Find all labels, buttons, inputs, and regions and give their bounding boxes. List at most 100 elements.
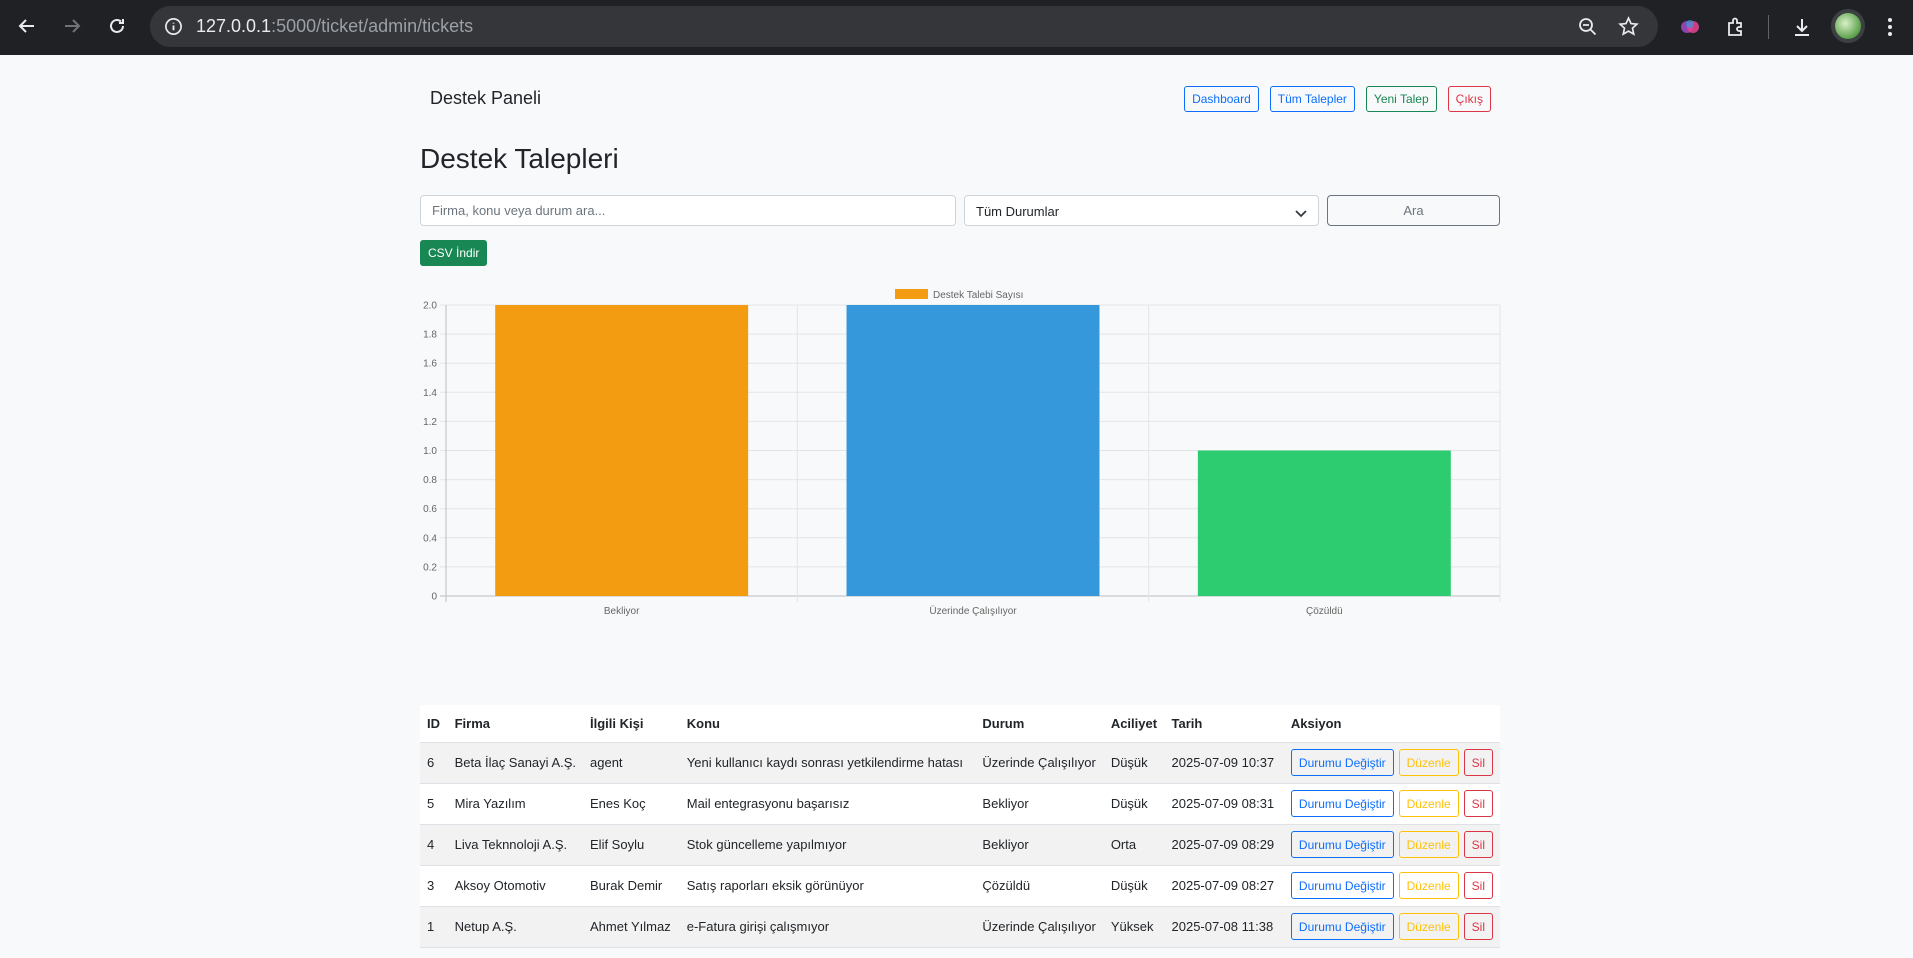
col-header-tarih: Tarih xyxy=(1164,705,1284,743)
status-filter-value: Tüm Durumlar xyxy=(976,204,1060,219)
zoom-icon[interactable] xyxy=(1578,17,1598,37)
chevron-down-icon xyxy=(1295,206,1307,221)
navbar-brand[interactable]: Destek Paneli xyxy=(430,88,541,109)
y-tick-label: 1.6 xyxy=(423,359,437,370)
cell-kisi: Burak Demir xyxy=(583,865,680,907)
cell-actions: Durumu Değiştir Düzenle Sil xyxy=(1283,865,1500,907)
page-content: Destek Paneli Dashboard Tüm Talepler Yen… xyxy=(0,55,1913,958)
table-row: 3 Aksoy Otomotiv Burak Demir Satış raporlar… xyxy=(420,865,1500,907)
navbar-links: Dashboard Tüm Talepler Yeni Talep Çıkış xyxy=(1184,86,1491,112)
cell-durum: Üzerinde Çalışılıyor xyxy=(975,742,1104,784)
cell-kisi: Enes Koç xyxy=(583,783,680,825)
table-row: 4 Liva Teknnoloji A.Ş. Elif Soylu Stok günc… xyxy=(420,824,1500,866)
cell-actions: Durumu Değiştir Düzenle Sil xyxy=(1283,824,1500,866)
table-body: 6 Beta İlaç Sanayi A.Ş. agent Yeni kullanıc… xyxy=(420,742,1500,948)
col-header-aciliyet: Aciliyet xyxy=(1103,705,1165,743)
browser-toolbar: 127.0.0.1:5000/ticket/admin/tickets xyxy=(0,0,1913,55)
nav-all-tickets-button[interactable]: Tüm Talepler xyxy=(1269,86,1355,112)
bar-1 xyxy=(846,305,1100,596)
table-row: 6 Beta İlaç Sanayi A.Ş. agent Yeni kullanıc… xyxy=(420,742,1500,784)
nav-logout-button[interactable]: Çıkış xyxy=(1447,86,1491,112)
cell-firma: Aksoy Otomotiv xyxy=(447,865,584,907)
x-tick-label: Çözüldü xyxy=(1306,606,1343,617)
page-title: Destek Talepleri xyxy=(420,143,619,174)
delete-button[interactable]: Sil xyxy=(1463,790,1493,817)
menu-kebab-icon[interactable] xyxy=(1876,13,1904,41)
reload-icon[interactable] xyxy=(104,13,130,39)
site-info-icon[interactable] xyxy=(164,17,183,36)
extension-brain-icon[interactable] xyxy=(1676,13,1704,41)
search-input[interactable] xyxy=(420,195,956,226)
profile-avatar[interactable] xyxy=(1831,9,1865,43)
table-row: 1 Netup A.Ş. Ahmet Yılmaz e-Fatura girişi ç… xyxy=(420,906,1500,948)
col-header-firma: Firma xyxy=(447,705,584,743)
y-tick-label: 0 xyxy=(431,592,437,603)
y-tick-label: 2.0 xyxy=(423,301,437,312)
edit-button[interactable]: Düzenle xyxy=(1398,749,1459,776)
change-status-button[interactable]: Durumu Değiştir xyxy=(1290,913,1394,940)
back-icon[interactable] xyxy=(14,13,40,39)
delete-button[interactable]: Sil xyxy=(1463,872,1493,899)
delete-button[interactable]: Sil xyxy=(1463,749,1493,776)
toolbar-divider xyxy=(1768,15,1769,39)
edit-button[interactable]: Düzenle xyxy=(1398,790,1459,817)
extensions-puzzle-icon[interactable] xyxy=(1722,13,1750,41)
change-status-button[interactable]: Durumu Değiştir xyxy=(1290,790,1394,817)
y-tick-label: 1.0 xyxy=(423,446,437,457)
url-text: 127.0.0.1:5000/ticket/admin/tickets xyxy=(196,16,474,36)
y-tick-label: 1.4 xyxy=(423,388,437,399)
y-tick-label: 0.8 xyxy=(423,475,437,486)
y-tick-label: 1.8 xyxy=(423,330,437,341)
cell-id: 1 xyxy=(420,906,448,948)
cell-konu: Satış raporları eksik görünüyor xyxy=(679,865,976,907)
y-tick-label: 0.2 xyxy=(423,562,437,573)
forward-icon[interactable] xyxy=(59,13,85,39)
table-row: 5 Mira Yazılım Enes Koç Mail entegrasyonu b… xyxy=(420,783,1500,825)
cell-aciliyet: Düşük xyxy=(1103,742,1165,784)
cell-actions: Durumu Değiştir Düzenle Sil xyxy=(1283,783,1500,825)
cell-id: 3 xyxy=(420,865,448,907)
legend-label: Destek Talebi Sayısı xyxy=(933,290,1023,301)
delete-button[interactable]: Sil xyxy=(1463,913,1493,940)
cell-tarih: 2025-07-09 10:37 xyxy=(1164,742,1284,784)
cell-tarih: 2025-07-09 08:27 xyxy=(1164,865,1284,907)
nav-new-ticket-button[interactable]: Yeni Talep xyxy=(1365,86,1437,112)
cell-aciliyet: Orta xyxy=(1103,824,1165,866)
col-header-aksiyon: Aksiyon xyxy=(1283,705,1500,743)
download-icon[interactable] xyxy=(1788,13,1816,41)
edit-button[interactable]: Düzenle xyxy=(1398,913,1459,940)
edit-button[interactable]: Düzenle xyxy=(1398,831,1459,858)
cell-konu: Stok güncelleme yapılmıyor xyxy=(679,824,976,866)
change-status-button[interactable]: Durumu Değiştir xyxy=(1290,749,1394,776)
cell-actions: Durumu Değiştir Düzenle Sil xyxy=(1283,742,1500,784)
legend-swatch xyxy=(895,289,928,299)
change-status-button[interactable]: Durumu Değiştir xyxy=(1290,831,1394,858)
delete-button[interactable]: Sil xyxy=(1463,831,1493,858)
address-bar[interactable]: 127.0.0.1:5000/ticket/admin/tickets xyxy=(150,6,1658,47)
cell-tarih: 2025-07-09 08:29 xyxy=(1164,824,1284,866)
y-tick-label: 1.2 xyxy=(423,417,437,428)
table-header-row: ID Firma İlgili Kişi Konu Durum Aciliyet… xyxy=(420,705,1500,743)
csv-download-button[interactable]: CSV İndir xyxy=(420,240,488,266)
cell-firma: Liva Teknnoloji A.Ş. xyxy=(447,824,584,866)
col-header-konu: Konu xyxy=(679,705,976,743)
change-status-button[interactable]: Durumu Değiştir xyxy=(1290,872,1394,899)
search-button[interactable]: Ara xyxy=(1327,195,1500,226)
cell-kisi: agent xyxy=(583,742,680,784)
cell-id: 4 xyxy=(420,824,448,866)
col-header-kisi: İlgili Kişi xyxy=(583,705,680,743)
cell-actions: Durumu Değiştir Düzenle Sil xyxy=(1283,906,1500,948)
nav-dashboard-button[interactable]: Dashboard xyxy=(1184,86,1259,112)
cell-aciliyet: Düşük xyxy=(1103,783,1165,825)
x-tick-label: Üzerinde Çalışılıyor xyxy=(929,605,1017,617)
ticket-status-chart: 0 0.2 0.4 0.6 0.8 1.0 1.2 1.4 1.6 1.8 2.0 Bekliyor Ü… xyxy=(415,283,1505,623)
cell-id: 5 xyxy=(420,783,448,825)
edit-button[interactable]: Düzenle xyxy=(1398,872,1459,899)
y-tick-label: 0.6 xyxy=(423,504,437,515)
cell-firma: Netup A.Ş. xyxy=(447,906,584,948)
bookmark-star-icon[interactable] xyxy=(1618,16,1639,37)
bar-0 xyxy=(495,305,749,596)
status-filter-select[interactable]: Tüm Durumlar xyxy=(964,195,1319,226)
cell-aciliyet: Yüksek xyxy=(1103,906,1165,948)
cell-firma: Beta İlaç Sanayi A.Ş. xyxy=(447,742,584,784)
